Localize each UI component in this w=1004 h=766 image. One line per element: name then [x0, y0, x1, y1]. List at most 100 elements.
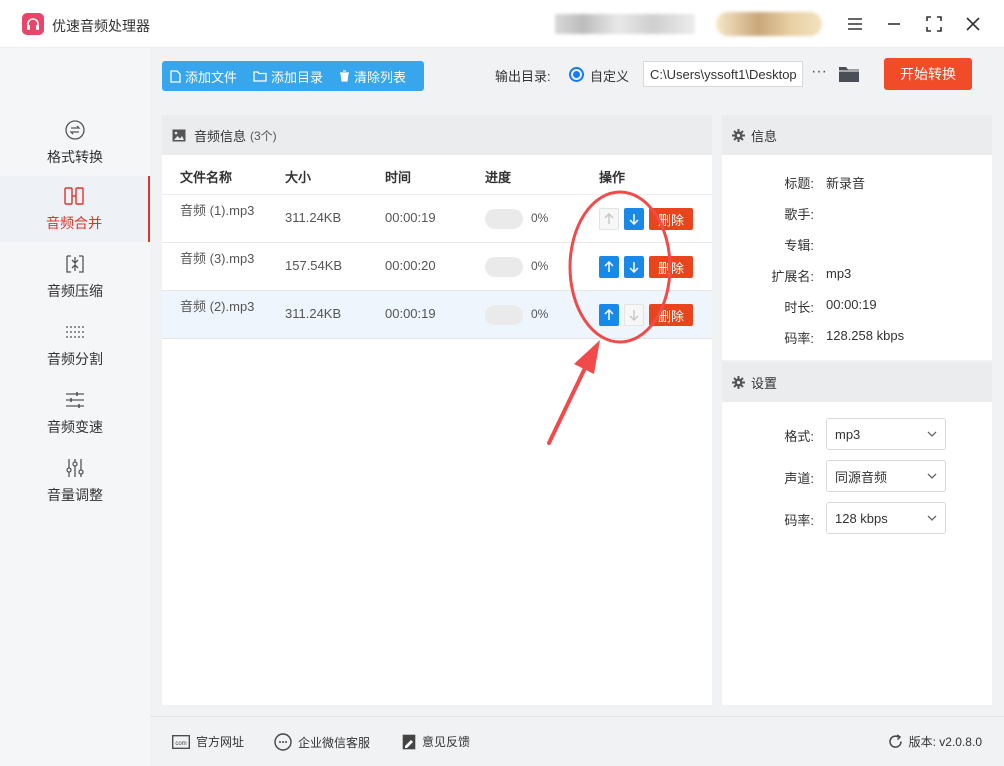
output-path-input[interactable] — [643, 61, 803, 87]
chevron-down-icon — [927, 431, 937, 437]
add-file-button[interactable]: 添加文件 — [162, 61, 245, 91]
sidebar-item-audio-speed[interactable]: 音频变速 — [0, 380, 150, 446]
column-header-name: 文件名称 — [180, 170, 233, 185]
sidebar-item-volume-adjust[interactable]: 音量调整 — [0, 448, 150, 514]
move-up-button[interactable] — [599, 256, 619, 278]
move-up-button[interactable] — [599, 208, 619, 230]
close-icon[interactable] — [961, 12, 985, 36]
move-down-button[interactable] — [624, 256, 644, 278]
bitrate-value: 128 kbps — [835, 510, 888, 526]
sidebar-item-audio-merge[interactable]: 音频合并 — [0, 176, 150, 242]
info-value: 新录音 — [826, 176, 866, 191]
gear-icon — [732, 375, 745, 389]
chat-icon — [274, 733, 292, 751]
add-directory-label: 添加目录 — [271, 69, 324, 85]
feedback-label: 意见反馈 — [422, 735, 471, 749]
format-label: 格式: — [784, 429, 814, 444]
progress-text: 0% — [531, 307, 549, 321]
chevron-down-icon — [927, 473, 937, 479]
audio-info-title: 音频信息 — [194, 128, 247, 144]
clear-list-label: 清除列表 — [354, 69, 407, 85]
user-account-info[interactable] — [555, 14, 695, 34]
file-name: 音频 (1).mp3 — [180, 203, 255, 218]
arrow-up-icon — [604, 213, 614, 224]
bitrate-label: 码率: — [784, 513, 814, 528]
settings-panel: 设置 格式: mp3 声道: 同源音频 码率: 128 kbps — [722, 362, 992, 705]
table-row[interactable]: 音频 (3).mp3 157.54KB 00:00:20 0% 删除 — [162, 243, 712, 291]
info-title: 信息 — [751, 128, 778, 144]
add-directory-button[interactable]: 添加目录 — [245, 61, 331, 91]
app-title: 优速音频处理器 — [52, 18, 150, 34]
bitrate-select[interactable]: 128 kbps — [826, 502, 946, 534]
chevron-down-icon — [927, 515, 937, 521]
menu-icon[interactable] — [843, 12, 867, 36]
minimize-icon[interactable] — [882, 12, 906, 36]
table-header: 文件名称 大小 时间 进度 操作 — [162, 155, 712, 195]
title-bar: 优速音频处理器 — [0, 0, 1004, 48]
arrow-down-icon — [629, 214, 639, 225]
info-panel: 信息 标题: 新录音 歌手: 专辑: 扩展名: mp3 时长: 00:00:19 码率… — [722, 115, 992, 360]
format-value: mp3 — [835, 426, 861, 442]
delete-button[interactable]: 删除 — [649, 256, 693, 278]
file-duration: 00:00:19 — [385, 306, 436, 321]
format-convert-icon — [65, 120, 85, 140]
file-size: 157.54KB — [285, 258, 343, 273]
channel-select[interactable]: 同源音频 — [826, 460, 946, 492]
file-duration: 00:00:19 — [385, 210, 436, 225]
output-directory-label: 输出目录: — [495, 69, 551, 84]
volume-adjust-icon — [66, 459, 84, 477]
file-duration: 00:00:20 — [385, 258, 436, 273]
channel-label: 声道: — [784, 471, 814, 486]
browse-more-button[interactable]: ··· — [810, 64, 828, 84]
arrow-down-icon — [629, 262, 639, 273]
wechat-support-label: 企业微信客服 — [298, 735, 371, 750]
move-down-button[interactable] — [624, 304, 644, 326]
column-header-size: 大小 — [285, 170, 312, 185]
column-header-time: 时间 — [385, 170, 412, 185]
column-header-progress: 进度 — [485, 170, 512, 185]
info-value: mp3 — [826, 266, 852, 281]
official-website-link[interactable]: com 官方网址 — [172, 733, 244, 750]
feedback-link[interactable]: 意见反馈 — [402, 733, 470, 750]
table-row[interactable]: 音频 (2).mp3 311.24KB 00:00:19 0% 删除 — [162, 291, 712, 339]
sidebar-item-format-convert[interactable]: 格式转换 — [0, 110, 150, 176]
arrow-up-icon — [604, 309, 614, 320]
sidebar-item-label: 音频压缩 — [47, 283, 103, 299]
sidebar-item-label: 音频合并 — [46, 215, 102, 231]
gear-icon — [732, 128, 745, 142]
info-value: 128.258 kbps — [826, 328, 905, 343]
progress-bar — [485, 209, 523, 229]
feedback-icon — [402, 734, 416, 749]
svg-text:com: com — [175, 741, 186, 747]
version-label: 版本: v2.0.8.0 — [908, 735, 982, 749]
move-up-button[interactable] — [599, 304, 619, 326]
clear-list-button[interactable]: 清除列表 — [331, 61, 414, 91]
wechat-support-link[interactable]: 企业微信客服 — [274, 733, 370, 751]
custom-output-label: 自定义 — [590, 69, 630, 84]
arrow-up-icon — [604, 261, 614, 272]
info-key: 专辑: — [784, 238, 814, 253]
channel-value: 同源音频 — [835, 469, 888, 485]
sidebar-item-label: 格式转换 — [47, 149, 103, 165]
open-folder-icon[interactable] — [838, 63, 860, 85]
column-header-actions: 操作 — [599, 170, 626, 185]
vip-badge[interactable] — [716, 12, 822, 36]
start-convert-button[interactable]: 开始转换 — [884, 58, 972, 90]
sidebar-item-audio-split[interactable]: 音频分割 — [0, 312, 150, 378]
audio-compress-icon — [66, 255, 84, 273]
sidebar-item-audio-compress[interactable]: 音频压缩 — [0, 244, 150, 310]
image-icon — [172, 129, 186, 141]
format-select[interactable]: mp3 — [826, 418, 946, 450]
app-logo-icon — [22, 13, 44, 35]
settings-title: 设置 — [751, 375, 778, 391]
delete-button[interactable]: 删除 — [649, 304, 693, 326]
move-down-button[interactable] — [624, 208, 644, 230]
info-value: 00:00:19 — [826, 297, 877, 312]
table-row[interactable]: 音频 (1).mp3 311.24KB 00:00:19 0% 删除 — [162, 195, 712, 243]
footer-bar: com 官方网址 企业微信客服 意见反馈 版本: v2.0.8.0 — [150, 716, 1004, 766]
custom-output-radio[interactable] — [569, 67, 584, 82]
file-name: 音频 (3).mp3 — [180, 251, 255, 266]
maximize-icon[interactable] — [922, 12, 946, 36]
progress-bar — [485, 305, 523, 325]
delete-button[interactable]: 删除 — [649, 208, 693, 230]
